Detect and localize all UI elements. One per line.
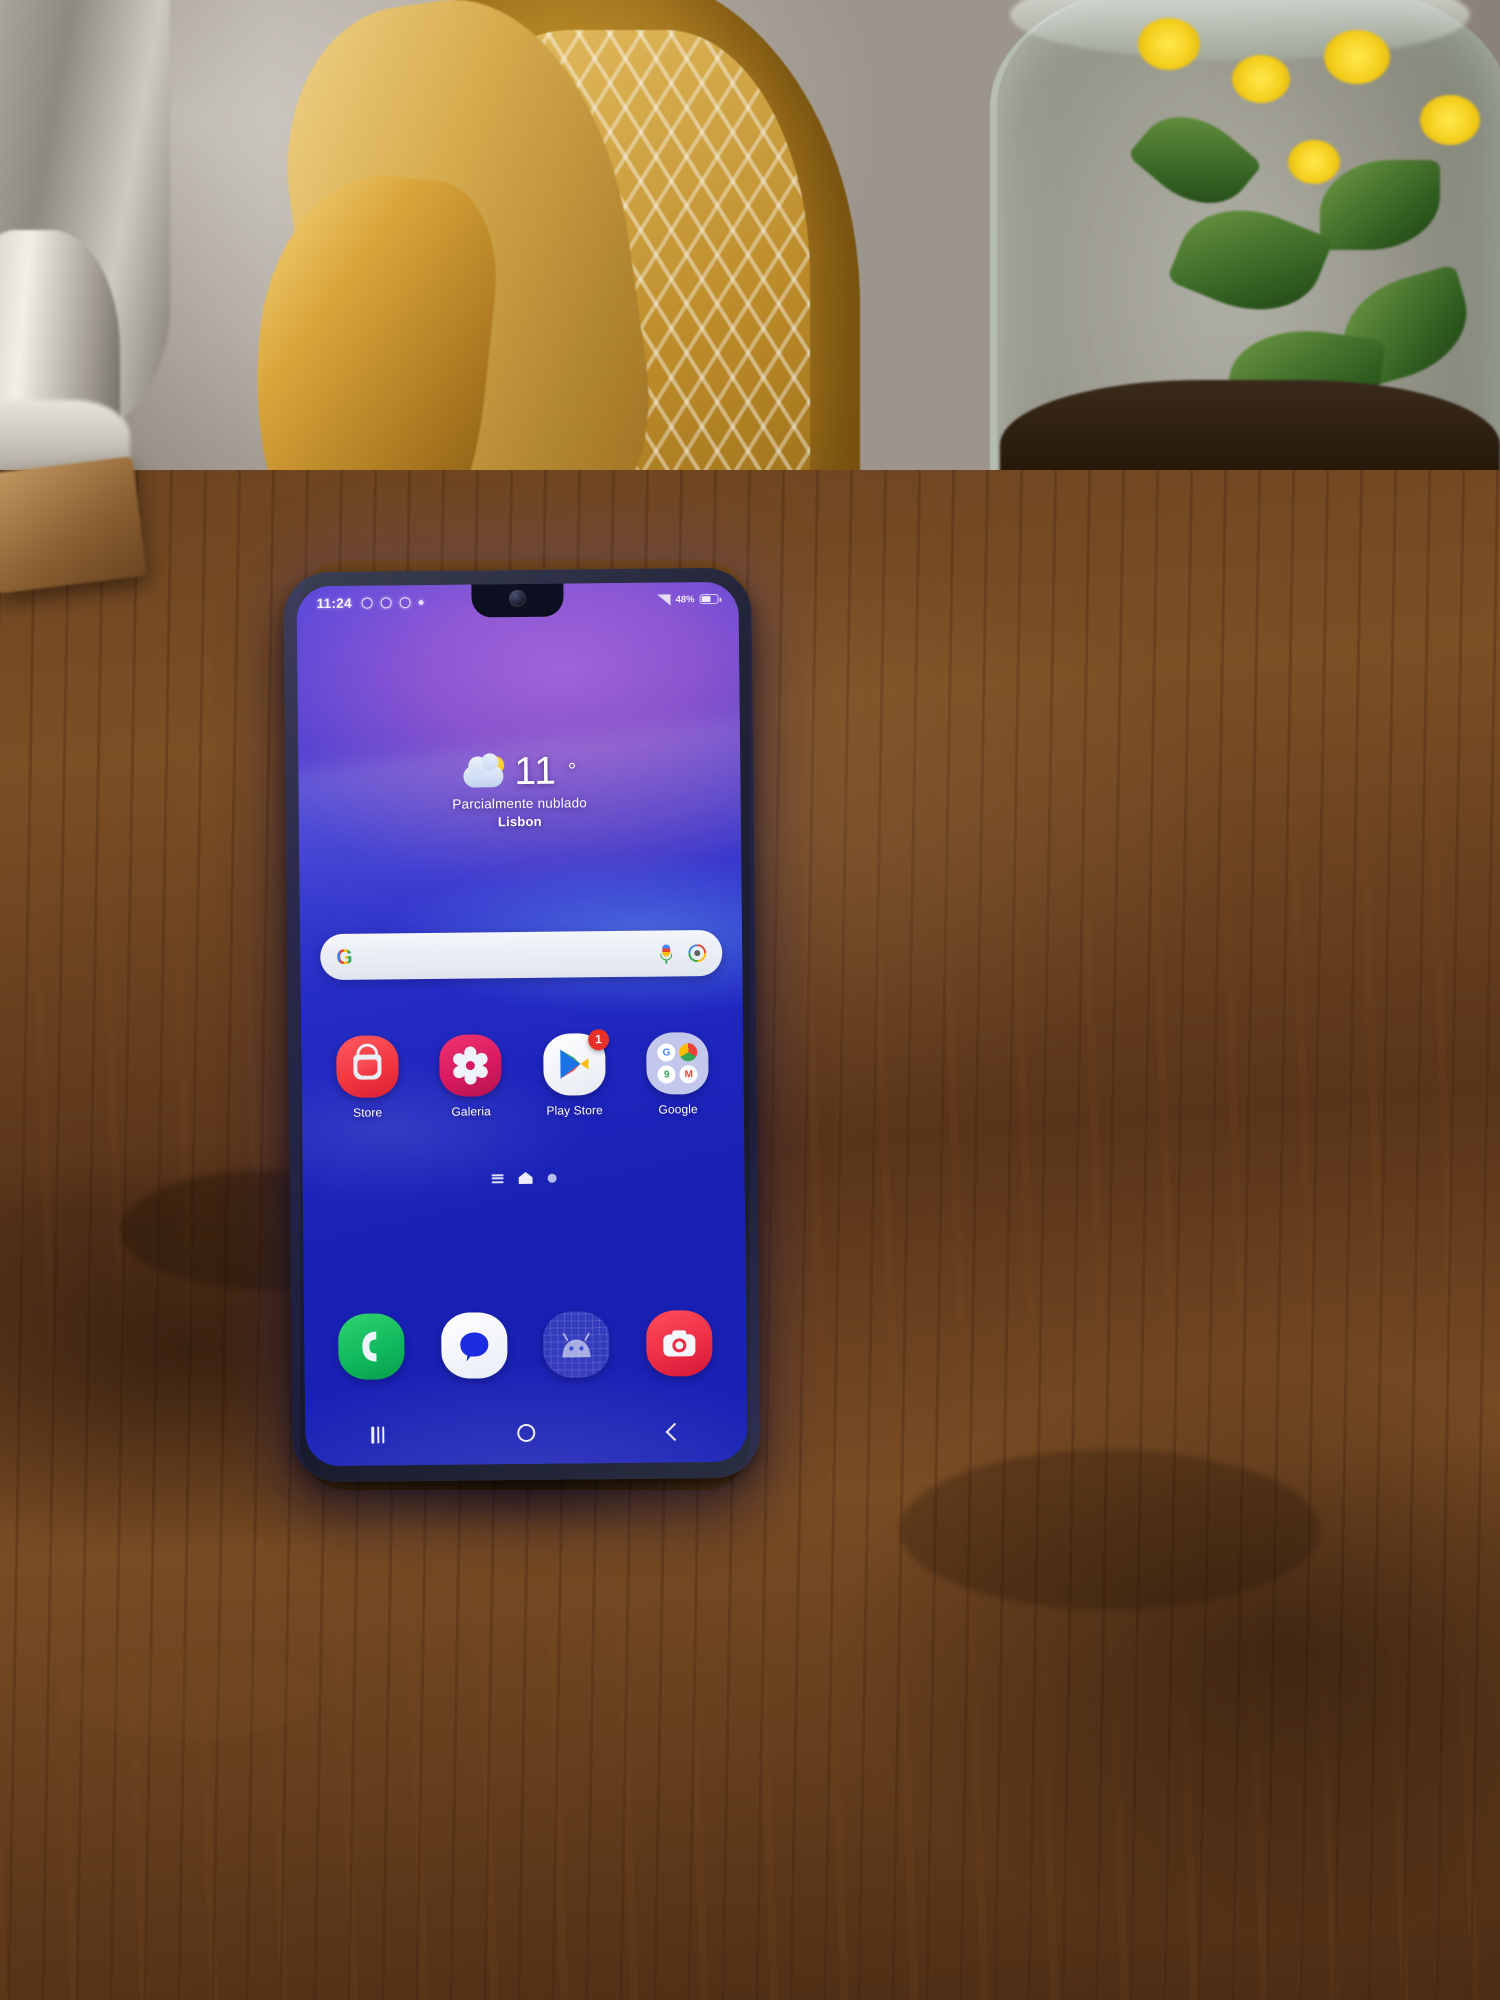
google-folder-icon: G 9 M bbox=[646, 1032, 709, 1095]
gallery-icon bbox=[439, 1034, 502, 1097]
page-dot-icon[interactable] bbox=[547, 1173, 557, 1183]
notification-small-dot-icon bbox=[418, 599, 424, 605]
status-bar-notification-icons bbox=[361, 596, 424, 609]
app-icon-store[interactable]: Store bbox=[321, 1035, 414, 1120]
photo-scene: 11:24 48% 11 ° Parcialmente nublado Lisb… bbox=[0, 0, 1500, 2000]
weather-degree-symbol: ° bbox=[567, 758, 577, 783]
google-g-icon: G bbox=[336, 945, 353, 969]
app-dock bbox=[304, 1310, 747, 1381]
gmail-mini-icon: M bbox=[679, 1065, 698, 1084]
app-label: Google bbox=[658, 1102, 698, 1117]
notification-dot-icon bbox=[361, 597, 373, 609]
recents-icon[interactable] bbox=[371, 1425, 385, 1444]
app-icon-gallery[interactable]: Galeria bbox=[424, 1034, 517, 1119]
weather-widget[interactable]: 11 ° Parcialmente nublado Lisbon bbox=[298, 750, 741, 832]
weather-main-row: 11 ° bbox=[298, 750, 740, 794]
status-bar-time: 11:24 bbox=[316, 595, 352, 611]
terrarium-flower bbox=[1324, 30, 1390, 84]
weather-city: Lisbon bbox=[497, 813, 542, 830]
google-mini-icon: G bbox=[657, 1043, 676, 1062]
terrarium-flower bbox=[1138, 18, 1200, 70]
app-label: Store bbox=[352, 1105, 383, 1120]
phone-icon[interactable] bbox=[338, 1313, 405, 1380]
terrarium-flower bbox=[1288, 140, 1340, 184]
wooden-block bbox=[0, 456, 147, 594]
back-icon[interactable] bbox=[665, 1422, 684, 1441]
navigation-bar bbox=[305, 1408, 747, 1459]
play-triangle-glyph bbox=[560, 1049, 589, 1079]
phone-screen[interactable]: 11:24 48% 11 ° Parcialmente nublado Lisb… bbox=[296, 581, 748, 1467]
partly-cloudy-icon bbox=[462, 755, 506, 788]
home-icon[interactable] bbox=[517, 1423, 536, 1443]
android-robot-glyph bbox=[562, 1332, 591, 1358]
messages-icon[interactable] bbox=[440, 1312, 508, 1379]
flower-glyph-icon bbox=[451, 1046, 491, 1085]
front-camera-icon bbox=[508, 589, 527, 608]
apps-list-icon[interactable] bbox=[491, 1173, 504, 1183]
home-page-icon[interactable] bbox=[518, 1171, 533, 1185]
apps-drawer-icon[interactable] bbox=[543, 1311, 610, 1378]
page-indicator[interactable] bbox=[303, 1170, 745, 1187]
weather-description: Parcialmente nublado bbox=[452, 795, 588, 812]
screen-notch bbox=[471, 582, 564, 618]
cloud-icon bbox=[463, 764, 504, 788]
google-search-bar[interactable]: G bbox=[320, 929, 723, 981]
app-label: Play Store bbox=[546, 1103, 603, 1118]
camera-glyph bbox=[663, 1330, 696, 1357]
app-grid: Store Galeria 1 Play Store G 9 M Google bbox=[301, 1029, 744, 1121]
handset-glyph bbox=[362, 1331, 377, 1362]
camera-icon[interactable] bbox=[645, 1310, 713, 1377]
microphone-icon[interactable] bbox=[660, 943, 673, 963]
notification-dot-icon bbox=[380, 596, 392, 608]
terrarium-flower bbox=[1420, 95, 1480, 145]
smartphone-device: 11:24 48% 11 ° Parcialmente nublado Lisb… bbox=[283, 567, 761, 1483]
battery-percent-label: 48% bbox=[675, 593, 695, 605]
galaxy-store-icon bbox=[335, 1035, 399, 1098]
app-label: Galeria bbox=[451, 1104, 491, 1119]
terrarium-flower bbox=[1232, 55, 1290, 103]
maps-mini-icon: 9 bbox=[657, 1065, 676, 1084]
signal-icon bbox=[657, 593, 671, 606]
search-input[interactable] bbox=[353, 954, 661, 957]
app-icon-play-store[interactable]: 1 Play Store bbox=[528, 1029, 621, 1118]
chat-bubble-glyph bbox=[460, 1332, 489, 1362]
notification-dot-icon bbox=[399, 596, 411, 608]
chrome-mini-icon bbox=[679, 1043, 698, 1062]
google-lens-icon[interactable] bbox=[688, 944, 707, 963]
weather-temperature: 11 bbox=[514, 749, 558, 794]
battery-icon bbox=[699, 593, 719, 605]
status-bar-system-icons: 48% bbox=[657, 593, 719, 606]
app-icon-google-folder[interactable]: G 9 M Google bbox=[631, 1032, 724, 1117]
notification-badge: 1 bbox=[587, 1029, 610, 1051]
